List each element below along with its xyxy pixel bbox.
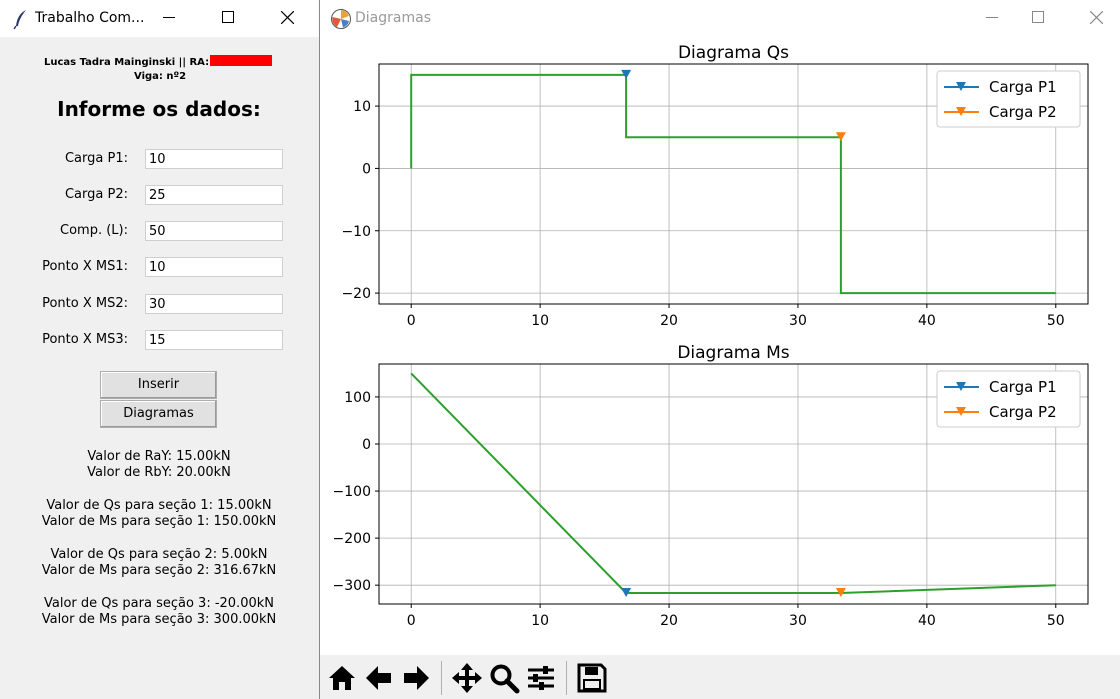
inserir-button[interactable]: Inserir	[100, 371, 217, 399]
author-text: Lucas Tadra Mainginski || RA:	[44, 57, 210, 68]
x-tick-label: 40	[918, 613, 936, 629]
save-button[interactable]	[575, 661, 609, 695]
maximize-icon	[1032, 11, 1044, 23]
forward-arrow-icon	[404, 666, 429, 690]
save-icon	[577, 663, 607, 693]
qs2-value: Valor de Qs para seção 2: 5.00kN	[50, 547, 268, 562]
configure-subplots-button[interactable]	[524, 661, 558, 695]
ms3-value: Valor de Ms para seção 3: 300.00kN	[41, 612, 277, 627]
home-icon	[329, 666, 355, 690]
diagramas-button[interactable]: Diagramas	[100, 400, 217, 428]
maximize-button[interactable]	[1016, 0, 1062, 37]
minimize-icon	[986, 17, 998, 18]
x-tick-label: 50	[1047, 613, 1065, 629]
minimize-button[interactable]	[970, 0, 1016, 37]
ponto-x-ms3-label: Ponto X MS3:	[42, 332, 128, 347]
legend-label: Carga P1	[989, 78, 1057, 96]
x-tick-label: 30	[789, 613, 807, 629]
y-tick-label: 10	[353, 99, 371, 115]
y-tick-label: 0	[362, 161, 371, 177]
y-tick-label: −100	[333, 484, 371, 500]
y-tick-label: −200	[333, 531, 371, 547]
title-bar: Diagramas	[320, 0, 1120, 37]
carga-p1-input[interactable]	[145, 149, 283, 169]
input-window: Trabalho Com... Lucas Tadra Mainginski |…	[0, 0, 320, 699]
viga-label: Viga: nº2	[134, 71, 187, 82]
window-title: Diagramas	[355, 10, 431, 26]
x-tick-label: 40	[918, 313, 936, 329]
toolbar-separator	[441, 661, 442, 695]
form-title: Informe os dados:	[57, 97, 261, 121]
diagram-figure: 0 10 20 30 40 50−20−10010Diagrama QsCarga P1C…	[333, 43, 1089, 629]
author-line: Lucas Tadra Mainginski || RA:	[44, 55, 273, 68]
qs3-value: Valor de Qs para seção 3: -20.00kN	[44, 596, 274, 611]
back-arrow-icon	[366, 666, 391, 690]
ms2-value: Valor de Ms para seção 2: 316.67kN	[41, 563, 277, 578]
diagram-window: Diagramas 0 10 20 30 40 50 −20 −10 0 10 Diagrama Q…	[320, 0, 1120, 699]
x-tick-label: 0	[407, 313, 416, 329]
close-button[interactable]	[1074, 0, 1120, 37]
comprimento-label: Comp. (L):	[60, 223, 128, 238]
toolbar-separator	[566, 661, 567, 695]
chart-ms: 0 10 20 30 40 50 −300 −200 −100 0 100 Diagrama Ms Ca…	[333, 343, 1089, 629]
ponto-x-ms2-input[interactable]	[145, 294, 283, 314]
ponto-x-ms1-input[interactable]	[145, 257, 283, 277]
y-tick-label: −300	[333, 578, 371, 594]
pan-button[interactable]	[450, 661, 484, 695]
pan-icon	[452, 663, 482, 693]
legend-label: Carga P2	[989, 103, 1057, 121]
navigation-toolbar	[320, 655, 1120, 699]
maximize-icon	[222, 11, 234, 23]
legend-label: Carga P2	[989, 403, 1057, 421]
close-icon	[1090, 11, 1103, 24]
feather-icon	[13, 10, 26, 30]
x-tick-label: 0	[407, 613, 416, 629]
x-tick-label: 50	[1047, 313, 1065, 329]
title-bar: Trabalho Com...	[0, 0, 319, 37]
ms1-value: Valor de Ms para seção 1: 150.00kN	[41, 514, 277, 529]
qs1-value: Valor de Qs para seção 1: 15.00kN	[46, 498, 272, 513]
rby-value: Valor de RbY: 20.00kN	[87, 465, 231, 480]
redaction-block	[210, 55, 273, 66]
chart-qs: 0 10 20 30 40 50 −20 −10 0 10 Diagrama Qs Carga P1 C…	[341, 43, 1089, 329]
legend-label: Carga P1	[989, 378, 1057, 396]
carga-p2-input[interactable]	[145, 185, 283, 205]
x-tick-label: 10	[531, 313, 549, 329]
minimize-button[interactable]	[147, 0, 193, 37]
forward-button[interactable]	[399, 661, 433, 695]
window-title: Trabalho Com...	[35, 10, 145, 26]
back-button[interactable]	[362, 661, 396, 695]
minimize-icon	[163, 17, 175, 18]
close-icon	[281, 11, 294, 24]
maximize-button[interactable]	[206, 0, 252, 37]
matplotlib-logo-icon	[331, 9, 351, 29]
y-tick-label: −10	[341, 224, 371, 240]
ponto-x-ms2-label: Ponto X MS2:	[42, 296, 128, 311]
zoom-icon	[490, 664, 520, 694]
ponto-x-ms1-label: Ponto X MS1:	[42, 259, 128, 274]
home-button[interactable]	[325, 661, 359, 695]
chart-title: Diagrama Qs	[678, 43, 789, 63]
x-tick-label: 20	[660, 613, 678, 629]
comprimento-input[interactable]	[145, 221, 283, 241]
y-tick-label: 100	[344, 390, 371, 406]
x-tick-label: 20	[660, 313, 678, 329]
ponto-x-ms3-input[interactable]	[145, 330, 283, 350]
zoom-button[interactable]	[487, 661, 521, 695]
x-tick-label: 30	[789, 313, 807, 329]
carga-p1-label: Carga P1:	[64, 151, 128, 166]
close-button[interactable]	[265, 0, 311, 37]
chart-title: Diagrama Ms	[677, 343, 789, 363]
y-tick-label: 0	[362, 437, 371, 453]
x-tick-label: 10	[531, 613, 549, 629]
carga-p2-label: Carga P2:	[64, 187, 128, 202]
configure-subplots-icon	[528, 666, 554, 690]
ray-value: Valor de RaY: 15.00kN	[87, 449, 231, 464]
y-tick-label: −20	[341, 286, 371, 302]
